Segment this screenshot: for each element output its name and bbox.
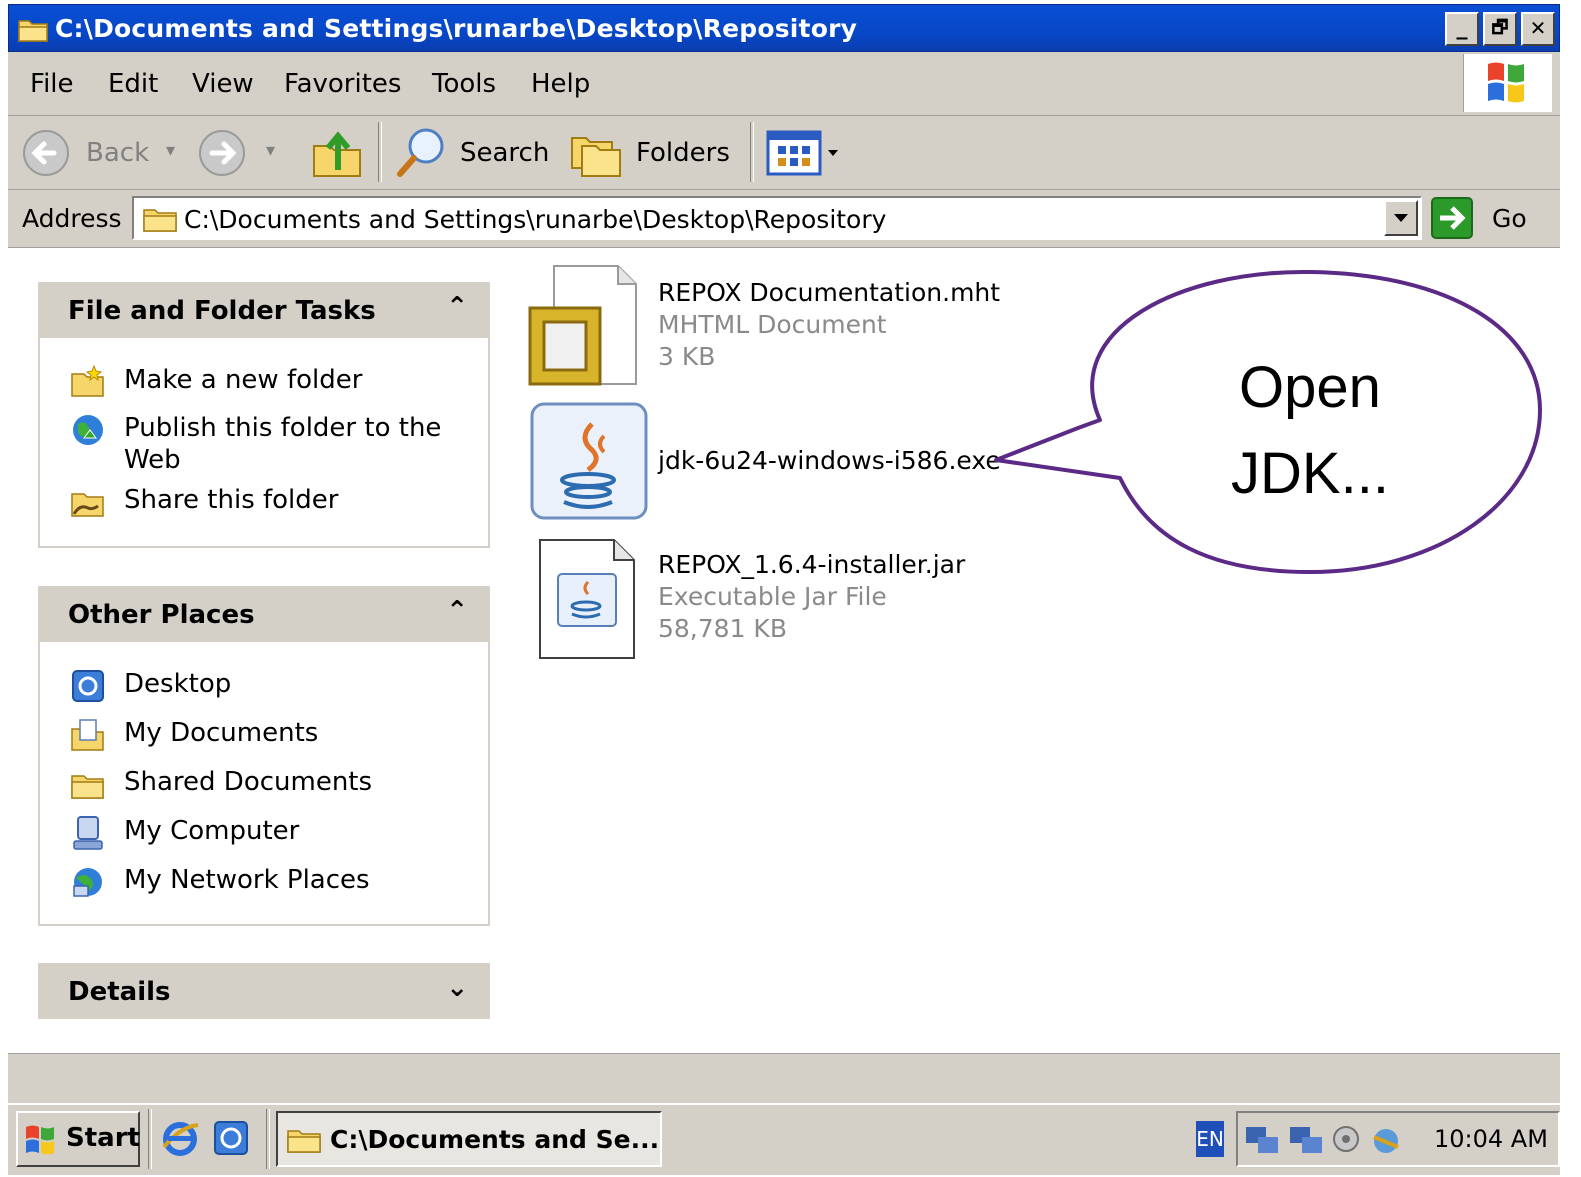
folder-icon: [18, 20, 48, 42]
start-button[interactable]: Start: [16, 1111, 140, 1167]
internet-explorer-icon[interactable]: [160, 1119, 200, 1159]
views-button[interactable]: [764, 128, 850, 178]
file-type: MHTML Document: [658, 310, 887, 339]
other-places-body: Desktop My Documents Shared Documents My…: [38, 642, 490, 926]
views-icon: [766, 130, 838, 176]
file-item[interactable]: REPOX_1.6.4-installer.jar Executable Jar…: [520, 536, 1000, 662]
language-indicator[interactable]: EN: [1196, 1121, 1224, 1157]
title-bar[interactable]: C:\Documents and Settings\runarbe\Deskto…: [8, 4, 1560, 52]
volume-icon[interactable]: [1330, 1123, 1364, 1157]
file-folder-tasks-body: Make a new folder Publish this folder to…: [38, 338, 490, 548]
jar-file-icon: [539, 539, 635, 659]
mht-file-icon: [528, 265, 637, 386]
file-item[interactable]: jdk-6u24-windows-i586.exe: [520, 400, 1001, 524]
address-dropdown-button[interactable]: [1384, 200, 1418, 236]
address-input[interactable]: C:\Documents and Settings\runarbe\Deskto…: [132, 196, 1422, 240]
address-value: C:\Documents and Settings\runarbe\Deskto…: [184, 205, 887, 234]
minimize-button[interactable]: _: [1445, 12, 1479, 46]
address-bar: Address C:\Documents and Settings\runarb…: [8, 190, 1560, 248]
network-places-icon: [73, 868, 102, 897]
new-folder-icon: [71, 364, 104, 397]
callout-text: Open JDK...: [1120, 345, 1500, 517]
menu-edit[interactable]: Edit: [108, 69, 158, 99]
desktop-icon: [72, 670, 104, 702]
collapse-icon[interactable]: ⌃: [446, 596, 468, 626]
taskbar: Start C:\Documents and Se... EN 10:04 AM: [8, 1103, 1560, 1175]
close-button[interactable]: ✕: [1521, 12, 1555, 46]
file-size: 3 KB: [658, 342, 716, 371]
file-folder-tasks-header[interactable]: File and Folder Tasks ⌃: [38, 282, 490, 338]
system-tray: 10:04 AM: [1236, 1111, 1560, 1167]
globe-publish-icon: [73, 415, 103, 445]
details-header[interactable]: Details ⌄: [38, 963, 490, 1019]
file-name: jdk-6u24-windows-i586.exe: [658, 446, 1001, 475]
menu-file[interactable]: File: [30, 69, 74, 99]
file-size: 58,781 KB: [658, 614, 787, 643]
status-bar: [8, 1053, 1560, 1104]
collapse-icon[interactable]: ⌃: [446, 292, 468, 322]
security-center-icon[interactable]: [1368, 1121, 1404, 1159]
folder-icon: [287, 1130, 321, 1153]
window-title: C:\Documents and Settings\runarbe\Deskto…: [55, 14, 858, 43]
clock[interactable]: 10:04 AM: [1434, 1125, 1548, 1153]
chevron-down-icon: [1394, 214, 1408, 222]
forward-dropdown-icon: ▾: [266, 140, 276, 161]
restore-button[interactable]: 🗗: [1483, 12, 1517, 46]
expand-icon[interactable]: ⌄: [446, 973, 468, 1003]
folder-icon: [143, 209, 177, 232]
windows-flag-icon: [26, 1125, 54, 1155]
back-arrow-icon: [23, 130, 69, 176]
share-folder-icon: [71, 493, 104, 517]
other-places-header[interactable]: Other Places ⌃: [38, 586, 490, 642]
callout-line-2: JDK...: [1231, 441, 1389, 506]
file-item[interactable]: REPOX Documentation.mht MHTML Document 3…: [520, 260, 1001, 386]
standard-toolbar: Back ▾ ▾ Search Folders: [8, 116, 1560, 190]
window-right-edge: [1560, 0, 1581, 1177]
my-computer-icon: [73, 816, 103, 850]
forward-button[interactable]: ▾: [196, 128, 292, 178]
search-icon: [397, 128, 444, 177]
menu-bar: File Edit View Favorites Tools Help: [8, 52, 1560, 116]
address-label: Address: [22, 204, 122, 233]
windows-logo-icon: [1463, 54, 1552, 112]
network-connection-icon[interactable]: [1244, 1123, 1280, 1157]
file-name: REPOX_1.6.4-installer.jar: [658, 550, 966, 579]
forward-arrow-icon: [199, 130, 245, 176]
my-documents-icon: [71, 719, 104, 751]
task-pane: File and Folder Tasks ⌃ Make a new folde…: [8, 248, 508, 1053]
network-connection-icon[interactable]: [1288, 1123, 1324, 1157]
file-name: REPOX Documentation.mht: [658, 278, 1001, 307]
go-arrow-icon: [1431, 197, 1473, 239]
up-folder-icon[interactable]: [308, 126, 368, 180]
taskbar-window-explorer[interactable]: C:\Documents and Se...: [276, 1111, 662, 1167]
menu-help[interactable]: Help: [531, 69, 590, 99]
folders-icon: [571, 137, 621, 177]
java-installer-icon: [530, 402, 648, 520]
go-button[interactable]: Go: [1430, 196, 1550, 242]
search-button[interactable]: Search: [392, 124, 552, 182]
menu-view[interactable]: View: [192, 69, 254, 99]
show-desktop-icon[interactable]: [212, 1119, 252, 1159]
menu-favorites[interactable]: Favorites: [284, 69, 401, 99]
callout-line-1: Open: [1239, 355, 1381, 420]
folders-button[interactable]: Folders: [568, 124, 738, 182]
back-dropdown-icon: ▾: [166, 140, 176, 161]
file-type: Executable Jar File: [658, 582, 887, 611]
shared-documents-icon: [71, 775, 104, 799]
menu-tools[interactable]: Tools: [432, 69, 496, 99]
back-button[interactable]: Back ▾: [20, 128, 190, 178]
